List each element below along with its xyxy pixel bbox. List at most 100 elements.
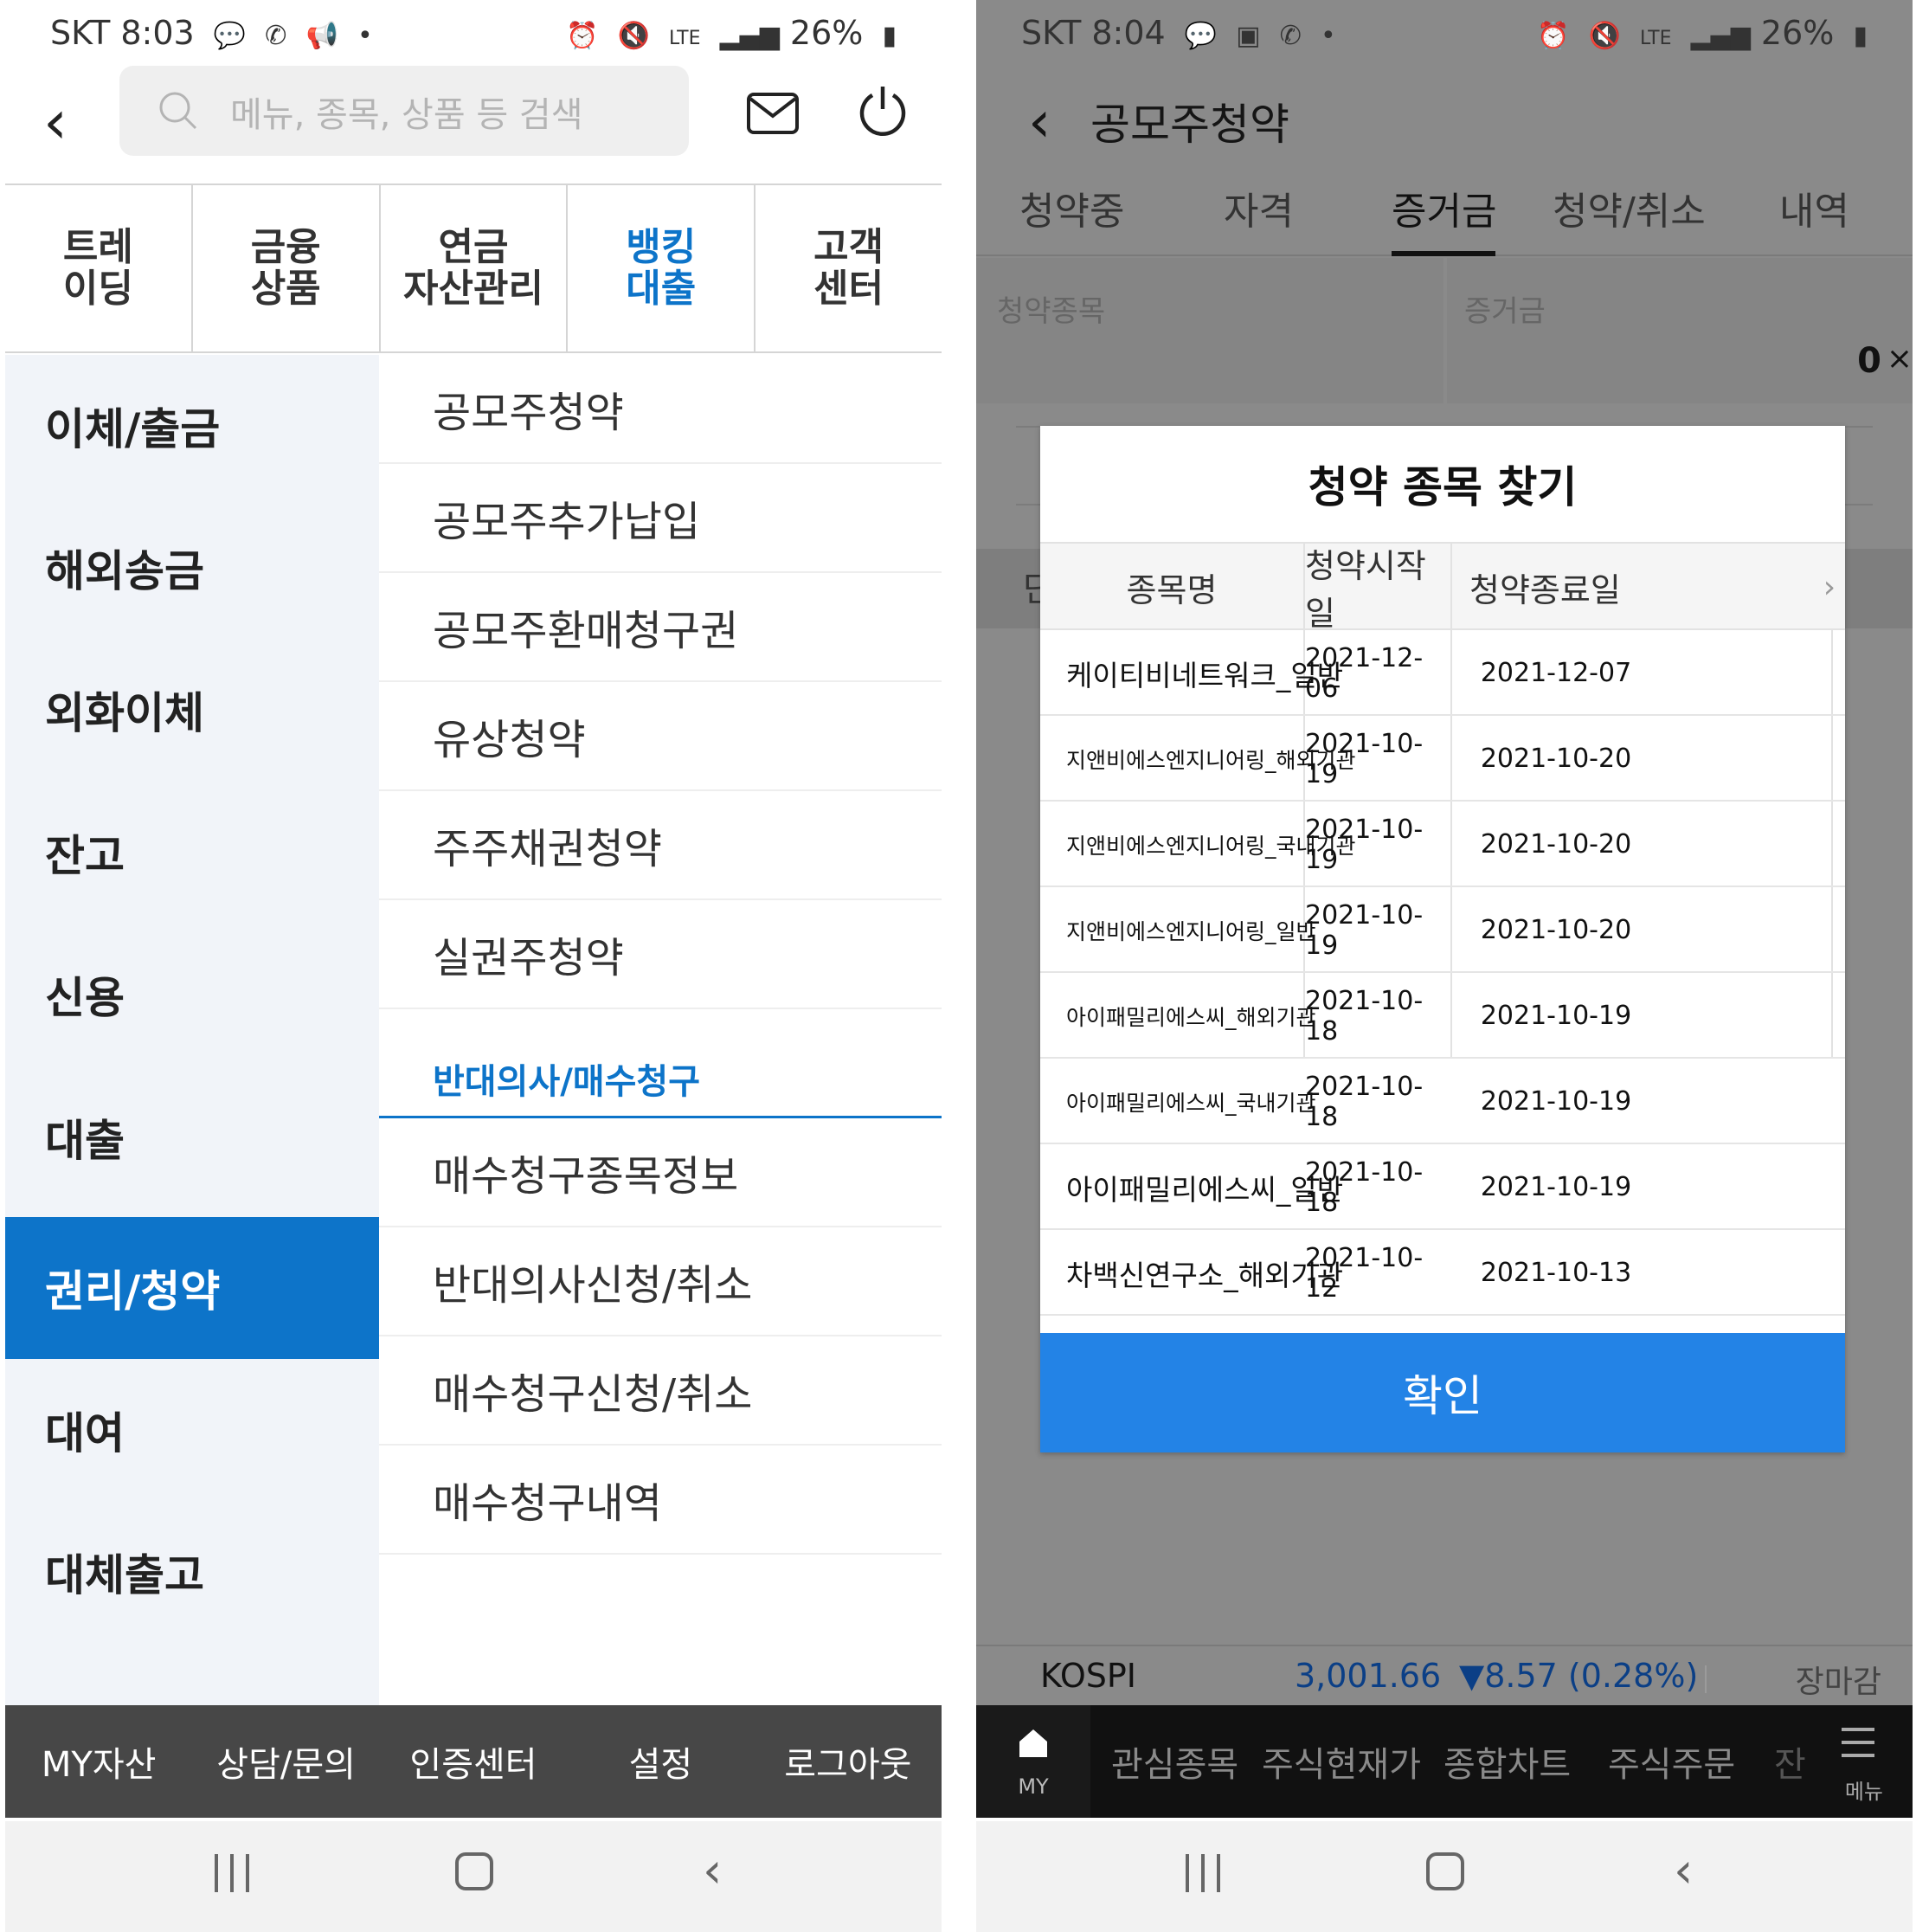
table-row[interactable]: 아이패밀리에스씨_해외기관 2021-10-18 2021-10-19 [1040,973,1845,1059]
home-icon[interactable] [1426,1852,1464,1890]
tab-subscribing[interactable]: 청약중 [1019,180,1124,235]
tab-subscribe-cancel[interactable]: 청약/취소 [1553,180,1706,235]
mute-icon: 🔇 [1588,21,1621,51]
stock-name: 아이패밀리에스씨_해외기관 [1066,1004,1316,1030]
bottom-menu-bar: MY자산 상담/문의 인증센터 설정 로그아웃 [5,1705,942,1818]
side-item-credit[interactable]: 신용 [5,924,379,1066]
table-row[interactable]: 아이패밀리에스씨_국내기관 2021-10-18 2021-10-19 [1040,1059,1845,1144]
column-header-name: 종목명 [1126,570,1218,609]
gallery-icon: ▣ [1236,21,1261,51]
power-icon[interactable] [857,83,909,138]
footer-stock-order[interactable]: 주식주문 [1608,1736,1735,1787]
submenu-item[interactable]: 유상청약 [379,682,942,791]
side-item-transfer[interactable]: 이체/출금 [5,355,379,497]
system-back-icon[interactable]: ‹ [1674,1847,1693,1896]
column-header-end: 청약종료일 [1469,570,1621,609]
table-row[interactable]: 지앤비에스엔지니어링_일반 2021-10-19 2021-10-20 [1040,887,1845,973]
bottom-quick-bar: MY 관심종목 주식현재가 종합차트 주식주문 잔 메뉴 [976,1705,1913,1818]
status-time: SKT 8:04 [1021,14,1166,52]
mute-icon: 🔇 [617,21,650,51]
submenu-item[interactable]: 매수청구내역 [379,1446,942,1555]
status-bar: SKT 8:04 💬 ▣ ✆ • ⏰ 🔇 LTE ▂▄▆ 26% ▮ [976,0,1913,68]
talk-icon: 💬 [1184,21,1218,51]
footer-my-assets[interactable]: MY자산 [5,1705,192,1818]
recent-apps-icon[interactable] [215,1854,249,1892]
table-row[interactable]: 지앤비에스엔지니어링_해외기관 2021-10-19 2021-10-20 [1040,716,1845,802]
start-date: 2021-10-19 [1305,899,1424,961]
menu-icon[interactable] [1842,1728,1874,1757]
footer-stock-price[interactable]: 주식현재가 [1262,1736,1421,1787]
submenu-item[interactable]: 공모주환매청구권 [379,573,942,682]
table-row[interactable]: 차백신연구소_해외기관 2021-10-12 2021-10-13 [1040,1230,1845,1316]
submenu-item[interactable]: 반대의사신청/취소 [379,1227,942,1336]
side-item-fx-transfer[interactable]: 외화이체 [5,639,379,781]
tab-history[interactable]: 내역 [1779,180,1849,235]
footer-auth-center[interactable]: 인증센터 [380,1705,567,1818]
footer-logout[interactable]: 로그아웃 [755,1705,942,1818]
tab-banking-loan[interactable]: 뱅킹 대출 [568,185,756,351]
back-arrow-icon[interactable]: ‹ [43,87,95,158]
start-date: 2021-10-18 [1305,1071,1424,1132]
side-item-rights-subscription[interactable]: 권리/청약 [5,1217,379,1359]
footer-more-item[interactable]: 잔 [1774,1736,1806,1787]
recent-apps-icon[interactable] [1186,1854,1220,1892]
footer-consult[interactable]: 상담/문의 [192,1705,379,1818]
header: ‹ 메뉴, 종목, 상품 등 검색 [5,66,942,182]
back-arrow-icon[interactable]: ‹ [1028,88,1051,155]
system-back-icon[interactable]: ‹ [703,1847,722,1896]
tab-customer-center[interactable]: 고객 센터 [755,185,942,351]
submenu-item[interactable]: 매수청구신청/취소 [379,1336,942,1446]
tab-pension-assets[interactable]: 연금 자산관리 [381,185,569,351]
footer-settings[interactable]: 설정 [567,1705,754,1818]
battery-icon: ▮ [1853,21,1868,51]
confirm-button[interactable]: 확인 [1040,1333,1845,1452]
footer-my-label: MY [1018,1774,1049,1799]
index-value: 3,001.66 [1295,1657,1442,1695]
submenu-item[interactable]: 주주채권청약 [379,791,942,900]
side-item-overseas-remit[interactable]: 해외송금 [5,497,379,639]
lte-icon: LTE [1639,28,1672,49]
lte-icon: LTE [668,28,701,49]
home-icon [1019,1729,1047,1757]
column-header-start: 청약시작일 [1305,547,1426,633]
start-date: 2021-10-12 [1305,1242,1424,1304]
table-row[interactable]: 케이티비네트워크_일반 2021-12-06 2021-12-07 [1040,630,1845,716]
margin-field[interactable]: 증거금 0 × [1447,258,1913,403]
home-icon[interactable] [455,1852,493,1890]
table-row[interactable]: 지앤비에스엔지니어링_국내기관 2021-10-19 2021-10-20 [1040,802,1845,887]
side-item-alt-withdrawal[interactable]: 대체출고 [5,1501,379,1643]
tab-financial-products[interactable]: 금융 상품 [193,185,381,351]
clear-icon[interactable]: × [1887,341,1913,377]
tab-margin[interactable]: 증거금 [1392,180,1496,235]
tab-eligibility[interactable]: 자격 [1224,180,1294,235]
footer-my-button[interactable]: MY [976,1705,1090,1818]
mail-icon[interactable] [746,92,800,135]
chevron-right-icon[interactable]: › [1814,544,1845,630]
index-ticker: KOSPI 3,001.66 ▼8.57 (0.28%) 장마감 [976,1645,1913,1705]
battery-percent: 26% [1760,14,1835,52]
signal-icon: ▂▄▆ [1690,21,1751,51]
signal-icon: ▂▄▆ [719,21,780,51]
submenu-item[interactable]: 공모주청약 [379,355,942,464]
battery-icon: ▮ [882,21,897,51]
right-screen: SKT 8:04 💬 ▣ ✆ • ⏰ 🔇 LTE ▂▄▆ 26% ▮ ‹ 공모주… [976,0,1913,1932]
active-tab-indicator [1392,251,1495,256]
footer-chart[interactable]: 종합차트 [1443,1736,1571,1787]
end-date: 2021-10-20 [1480,829,1632,860]
submenu-item[interactable]: 공모주추가납입 [379,464,942,573]
submenu-item[interactable]: 매수청구종목정보 [379,1118,942,1227]
tab-trading[interactable]: 트레 이딩 [5,185,193,351]
submenu-item[interactable]: 실권주청약 [379,900,942,1009]
table-row[interactable]: 아이패밀리에스씨_일반 2021-10-18 2021-10-19 [1040,1144,1845,1230]
stock-field[interactable]: 청약종목 [976,258,1443,403]
stock-name: 지앤비에스엔지니어링_일반 [1066,918,1316,944]
side-item-balance[interactable]: 잔고 [5,782,379,924]
submenu-section-header: 반대의사/매수청구 [379,1009,942,1118]
system-nav-bar: ‹ [976,1821,1913,1932]
side-item-lending[interactable]: 대여 [5,1359,379,1501]
side-item-loan[interactable]: 대출 [5,1066,379,1208]
search-input[interactable]: 메뉴, 종목, 상품 등 검색 [119,66,689,156]
footer-watchlist[interactable]: 관심종목 [1111,1736,1238,1787]
dot-icon: • [1320,21,1336,51]
start-date: 2021-10-18 [1305,985,1424,1046]
